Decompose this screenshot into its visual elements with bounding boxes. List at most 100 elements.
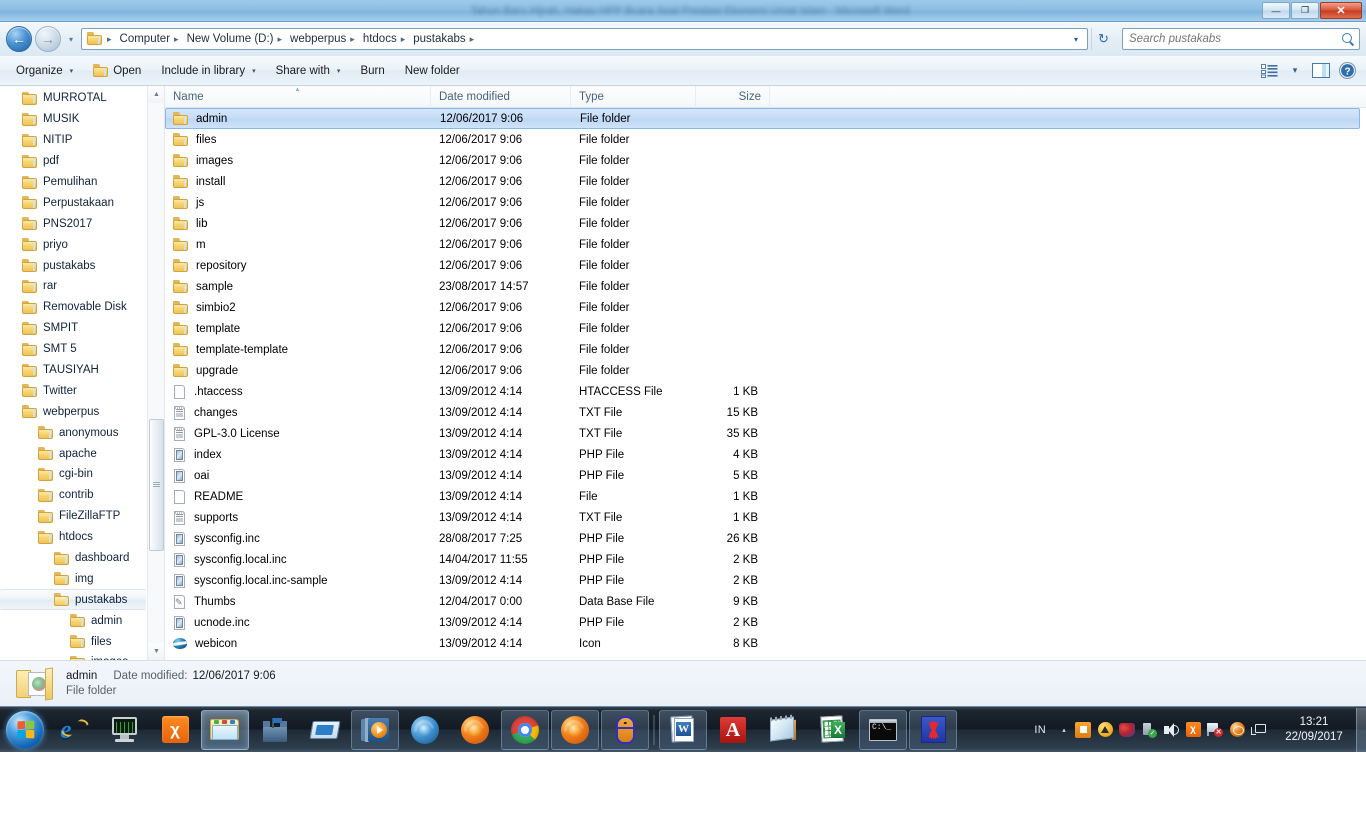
taskbar-button-google-chrome[interactable] <box>501 709 549 750</box>
breadcrumb-separator-4[interactable]: ▸ <box>398 34 410 45</box>
table-row[interactable]: README 13/09/2012 4:14 File 1 KB <box>165 486 1366 507</box>
tree-item-pustakabs[interactable]: pustakabs <box>0 589 146 611</box>
table-row[interactable]: webicon 13/09/2012 4:14 Icon 8 KB <box>165 633 1366 654</box>
taskbar-button-system-monitor[interactable] <box>101 710 149 750</box>
tray-item-action-center-flag[interactable]: ✕ <box>1204 718 1226 742</box>
table-row[interactable]: oai 13/09/2012 4:14 PHP File 5 KB <box>165 465 1366 486</box>
breadcrumb-separator-3[interactable]: ▸ <box>347 34 359 45</box>
table-row[interactable]: changes 13/09/2012 4:14 TXT File 15 KB <box>165 402 1366 423</box>
back-button[interactable]: ← <box>6 26 32 52</box>
taskbar-button-mouse-utility[interactable] <box>601 709 649 750</box>
breadcrumb-item-pustakabs[interactable]: pustakabs <box>409 29 466 49</box>
new-folder-button[interactable]: New folder <box>395 59 470 83</box>
breadcrumb-item-htdocs[interactable]: htdocs <box>359 29 398 49</box>
recent-locations-button[interactable]: ▾ <box>64 26 78 52</box>
open-button[interactable]: Open <box>83 59 151 83</box>
tree-item-musik[interactable]: MUSIK <box>0 109 164 130</box>
taskbar-button-xampp[interactable]: χ <box>151 710 199 750</box>
tree-item-files[interactable]: files <box>0 631 164 652</box>
language-indicator[interactable]: IN <box>1028 724 1056 736</box>
taskbar-button-firefox-orange[interactable] <box>451 710 499 750</box>
tree-item-images[interactable]: images <box>0 652 164 660</box>
table-row[interactable]: template-template 12/06/2017 9:06 File fol… <box>165 339 1366 360</box>
table-row[interactable]: sysconfig.local.inc 14/04/2017 11:55 PHP F… <box>165 549 1366 570</box>
tree-item-pns2017[interactable]: PNS2017 <box>0 213 164 234</box>
tree-item-smpit[interactable]: SMPIT <box>0 318 164 339</box>
taskbar-button-windows-media-player[interactable] <box>351 709 399 750</box>
help-button[interactable]: ? <box>1334 59 1360 83</box>
scrollbar-thumb[interactable] <box>149 418 164 551</box>
table-row[interactable]: images 12/06/2017 9:06 File folder <box>165 150 1366 171</box>
tree-item-nitip[interactable]: NITIP <box>0 130 164 151</box>
show-hidden-icons-button[interactable]: ▴ <box>1056 718 1072 742</box>
table-row[interactable]: sample 23/08/2017 14:57 File folder <box>165 276 1366 297</box>
column-header-date-modified[interactable]: Date modified <box>431 86 571 108</box>
scroll-up-button[interactable]: ▲ <box>148 86 164 103</box>
table-row[interactable]: upgrade 12/06/2017 9:06 File folder <box>165 360 1366 381</box>
taskbar-button-firefox[interactable] <box>551 709 599 750</box>
tree-item-htdocs[interactable]: htdocs <box>0 527 164 548</box>
tree-item-pemulihan[interactable]: Pemulihan <box>0 172 164 193</box>
include-in-library-button[interactable]: Include in library ▾ <box>151 59 265 83</box>
tree-item-smt-5[interactable]: SMT 5 <box>0 339 164 360</box>
forward-button[interactable]: → <box>35 26 61 52</box>
column-header-type[interactable]: Type <box>571 86 696 108</box>
tree-item-apache[interactable]: apache <box>0 443 164 464</box>
tree-item-contrib[interactable]: contrib <box>0 485 164 506</box>
table-row[interactable]: GPL-3.0 License 13/09/2012 4:14 TXT File 35… <box>165 423 1366 444</box>
tree-item-img[interactable]: img <box>0 568 164 589</box>
search-input[interactable] <box>1129 33 1341 45</box>
burn-button[interactable]: Burn <box>350 59 394 83</box>
taskbar-button-firewall-castle[interactable] <box>251 710 299 750</box>
tray-item-connectify[interactable] <box>1116 718 1138 742</box>
tree-item-tausiyah[interactable]: TAUSIYAH <box>0 360 164 381</box>
scroll-down-button[interactable]: ▼ <box>148 643 164 660</box>
taskbar-button-notepad[interactable] <box>759 710 807 750</box>
table-row[interactable]: files 12/06/2017 9:06 File folder <box>165 129 1366 150</box>
tree-item-pustakabs[interactable]: pustakabs <box>0 255 164 276</box>
view-options-dropdown[interactable]: ▾ <box>1282 59 1308 83</box>
taskbar-button-window-app[interactable] <box>301 710 349 750</box>
column-header-name[interactable]: Name ▴ <box>165 86 431 108</box>
tree-item-priyo[interactable]: priyo <box>0 234 164 255</box>
show-desktop-button[interactable] <box>1356 707 1366 752</box>
breadcrumb[interactable]: ▸ Computer ▸ New Volume (D:) ▸ webperpus… <box>81 28 1088 50</box>
table-row[interactable]: js 12/06/2017 9:06 File folder <box>165 192 1366 213</box>
view-options-button[interactable] <box>1256 59 1282 83</box>
table-row[interactable]: sysconfig.inc 28/08/2017 7:25 PHP File 26 K… <box>165 528 1366 549</box>
breadcrumb-item-new-volume-d[interactable]: New Volume (D:) <box>183 29 275 49</box>
taskbar-button-internet-explorer[interactable]: e <box>51 710 99 750</box>
taskbar-button-microsoft-excel[interactable]: X <box>809 710 857 750</box>
refresh-button[interactable]: ↻ <box>1091 28 1115 50</box>
search-box[interactable] <box>1122 28 1360 50</box>
table-row[interactable]: simbio2 12/06/2017 9:06 File folder <box>165 297 1366 318</box>
table-row[interactable]: ucnode.inc 13/09/2012 4:14 PHP File 2 KB <box>165 612 1366 633</box>
table-row[interactable]: .htaccess 13/09/2012 4:14 HTACCESS File 1 K… <box>165 381 1366 402</box>
close-button[interactable]: ✕ <box>1320 2 1362 19</box>
tree-item-twitter[interactable]: Twitter <box>0 380 164 401</box>
breadcrumb-separator-5[interactable]: ▸ <box>467 34 479 45</box>
tree-item-admin[interactable]: admin <box>0 610 164 631</box>
chevron-down-icon[interactable]: ▾ <box>1069 35 1083 44</box>
tray-item-xampp-tray[interactable]: χ <box>1182 718 1204 742</box>
table-row[interactable]: ✎ Thumbs 12/04/2017 0:00 Data Base File 9 KB <box>165 591 1366 612</box>
tree-item-filezillaftp[interactable]: FileZillaFTP <box>0 506 164 527</box>
tray-item-orange-square[interactable] <box>1072 718 1094 742</box>
table-row[interactable]: repository 12/06/2017 9:06 File folder <box>165 255 1366 276</box>
organize-button[interactable]: Organize ▾ <box>6 59 83 83</box>
tree-item-cgi-bin[interactable]: cgi-bin <box>0 464 164 485</box>
tree-item-dashboard[interactable]: dashboard <box>0 548 164 569</box>
table-row[interactable]: lib 12/06/2017 9:06 File folder <box>165 213 1366 234</box>
tray-item-firefox-tray[interactable] <box>1226 718 1248 742</box>
table-row[interactable]: install 12/06/2017 9:06 File folder <box>165 171 1366 192</box>
start-button[interactable] <box>0 708 50 752</box>
taskbar-button-command-prompt[interactable] <box>859 709 907 750</box>
taskbar-button-microsoft-word[interactable]: W <box>659 709 707 750</box>
restore-button[interactable]: ❐ <box>1291 2 1319 19</box>
taskbar-button-windows-explorer[interactable] <box>201 709 249 750</box>
table-row[interactable]: admin 12/06/2017 9:06 File folder <box>165 108 1360 129</box>
minimize-button[interactable]: — <box>1262 2 1290 19</box>
breadcrumb-separator-1[interactable]: ▸ <box>171 34 183 45</box>
taskbar-button-adobe-reader[interactable]: A <box>709 710 757 750</box>
tree-item-murrotal[interactable]: MURROTAL <box>0 88 164 109</box>
